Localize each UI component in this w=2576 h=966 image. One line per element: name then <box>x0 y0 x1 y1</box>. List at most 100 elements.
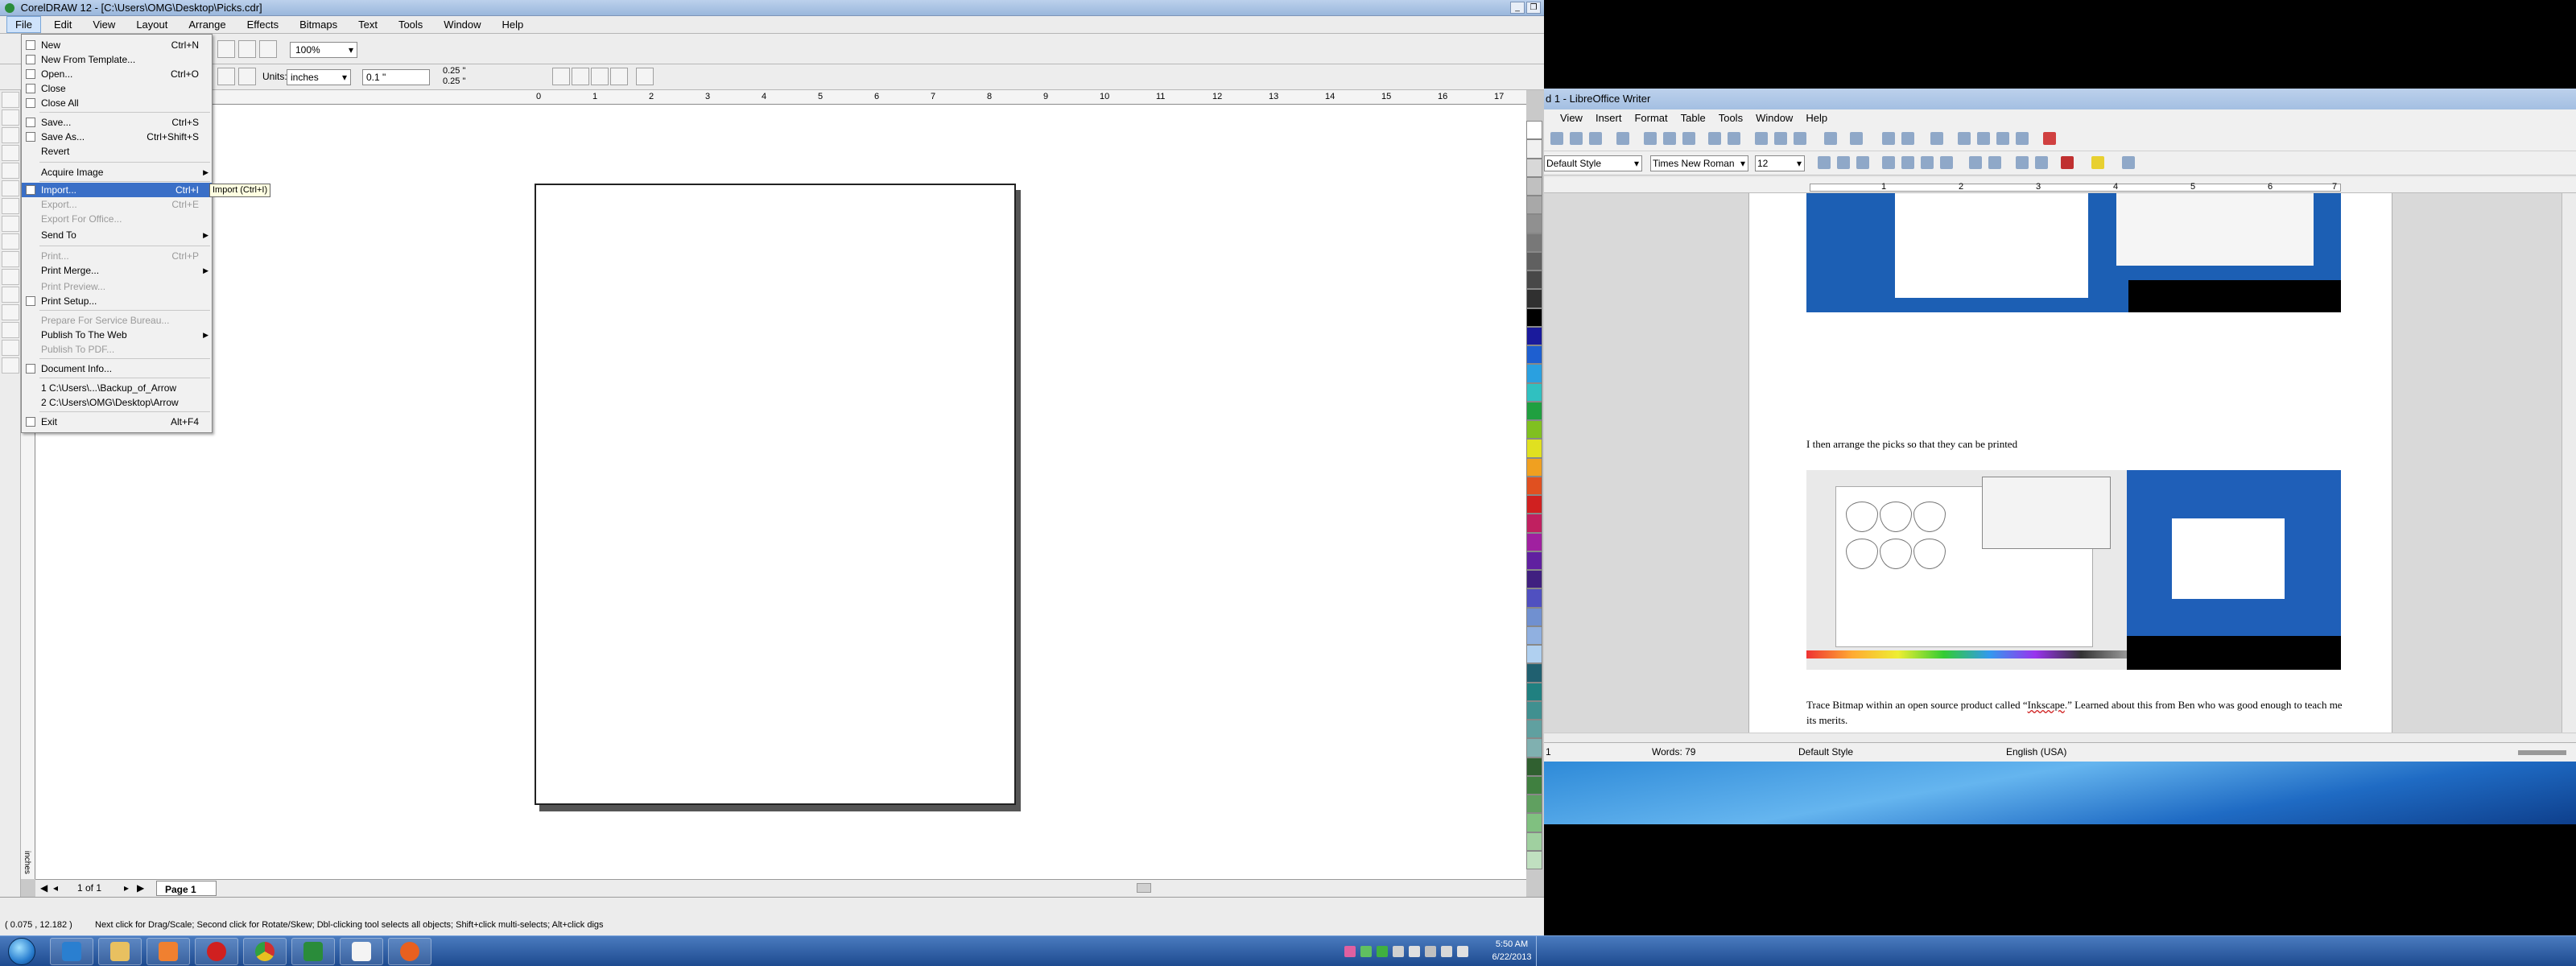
justify-icon[interactable] <box>1940 156 1953 169</box>
palette-swatch[interactable] <box>1526 570 1542 589</box>
pick-tool-icon[interactable] <box>2 92 19 108</box>
palette-swatch[interactable] <box>1526 214 1542 233</box>
print-icon[interactable] <box>1663 132 1676 145</box>
interactive-fill-tool-icon[interactable] <box>2 357 19 374</box>
palette-swatch[interactable] <box>1526 457 1542 477</box>
menu-text[interactable]: Text <box>350 17 386 32</box>
palette-swatch[interactable] <box>1526 607 1542 626</box>
wireframe-icon[interactable] <box>636 68 654 85</box>
drawing-page[interactable] <box>535 184 1016 805</box>
polygon-tool-icon[interactable] <box>2 233 19 250</box>
interactive-blend-tool-icon[interactable] <box>2 287 19 303</box>
palette-swatch[interactable] <box>1526 439 1542 458</box>
ellipse-tool-icon[interactable] <box>2 216 19 232</box>
outline-tool-icon[interactable] <box>2 322 19 338</box>
open-icon[interactable] <box>1550 132 1563 145</box>
text-tool-icon[interactable] <box>2 269 19 285</box>
palette-swatch[interactable] <box>1526 121 1542 140</box>
menu-item-save[interactable]: Save... Ctrl+S <box>22 115 212 130</box>
font-size-combo[interactable]: 12 <box>1755 155 1805 171</box>
network-icon[interactable] <box>1441 946 1452 957</box>
zoom-combo[interactable]: 100% <box>290 42 357 58</box>
palette-swatch[interactable] <box>1526 625 1542 645</box>
volume-icon[interactable] <box>1457 946 1468 957</box>
taskbar-firefox[interactable] <box>388 938 431 965</box>
writer-ruler-strip[interactable]: 1 2 3 4 5 6 7 <box>1810 182 2341 192</box>
bold-icon[interactable] <box>1818 156 1831 169</box>
highlighting-icon[interactable] <box>2091 156 2104 169</box>
doc-paragraph-1[interactable]: I then arrange the picks so that they ca… <box>1806 436 2344 452</box>
palette-swatch[interactable] <box>1526 551 1542 570</box>
print-preview-icon[interactable] <box>1682 132 1695 145</box>
menu-tools[interactable]: Tools <box>390 17 431 32</box>
menu-item-new-from-template[interactable]: New From Template... <box>22 52 212 67</box>
zoom-slider[interactable] <box>2518 750 2566 755</box>
palette-swatch[interactable] <box>1526 720 1542 739</box>
italic-icon[interactable] <box>1837 156 1850 169</box>
duplicate-y[interactable]: 0.25 " <box>443 76 523 87</box>
palette-swatch[interactable] <box>1526 196 1542 215</box>
options-icon[interactable] <box>610 68 628 85</box>
menu-item-exit[interactable]: Exit Alt+F4 <box>22 415 212 429</box>
align-icon[interactable] <box>572 68 589 85</box>
units-combo[interactable]: inches <box>287 69 351 85</box>
palette-swatch[interactable] <box>1526 850 1542 869</box>
show-desktop-button[interactable] <box>1536 936 1544 966</box>
status-page-style[interactable]: Default Style <box>1798 743 1853 761</box>
tray-app-icon[interactable] <box>1393 946 1404 957</box>
background-color-icon[interactable] <box>2122 156 2135 169</box>
palette-swatch[interactable] <box>1526 382 1542 402</box>
menu-layout[interactable]: Layout <box>128 17 175 32</box>
prev-page-icon[interactable]: ◂ <box>53 880 58 896</box>
page-tab[interactable]: Page 1 <box>156 881 217 896</box>
menu-bitmaps[interactable]: Bitmaps <box>291 17 345 32</box>
palette-swatch[interactable] <box>1526 813 1542 832</box>
restore-icon[interactable]: ❐ <box>1526 2 1541 14</box>
writer-menu-format[interactable]: Format <box>1628 112 1674 124</box>
palette-swatch[interactable] <box>1526 401 1542 420</box>
palette-swatch[interactable] <box>1526 176 1542 196</box>
taskbar-clock[interactable]: 5:50 AM 6/22/2013 <box>1481 938 1542 964</box>
underline-icon[interactable] <box>1856 156 1869 169</box>
numbering-icon[interactable] <box>1969 156 1982 169</box>
palette-swatch[interactable] <box>1526 270 1542 290</box>
align-right-icon[interactable] <box>1921 156 1934 169</box>
color-palette[interactable] <box>1526 121 1542 869</box>
palette-swatch[interactable] <box>1526 495 1542 514</box>
menu-item-print-setup[interactable]: Print Setup... <box>22 294 212 308</box>
duplicate-distance-field[interactable]: 0.25 " 0.25 " <box>443 66 523 89</box>
menu-view[interactable]: View <box>85 17 123 32</box>
power-icon[interactable] <box>1425 946 1436 957</box>
palette-swatch[interactable] <box>1526 663 1542 683</box>
export-pdf-icon[interactable] <box>1644 132 1657 145</box>
align-center-icon[interactable] <box>1901 156 1914 169</box>
taskbar-explorer[interactable] <box>98 938 142 965</box>
status-language[interactable]: English (USA) <box>2006 743 2066 761</box>
tray-app-icon[interactable] <box>1360 946 1372 957</box>
table-icon[interactable] <box>1901 132 1914 145</box>
basic-shapes-tool-icon[interactable] <box>2 251 19 267</box>
palette-swatch[interactable] <box>1526 795 1542 814</box>
palette-swatch[interactable] <box>1526 345 1542 365</box>
paste-icon[interactable] <box>1794 132 1806 145</box>
menu-item-save-as[interactable]: Save As... Ctrl+Shift+S <box>22 130 212 144</box>
taskbar-writer[interactable] <box>340 938 383 965</box>
palette-swatch[interactable] <box>1526 364 1542 383</box>
menu-item-document-info[interactable]: Document Info... <box>22 361 212 376</box>
writer-menu-view[interactable]: View <box>1554 112 1589 124</box>
find-replace-icon[interactable] <box>1958 132 1971 145</box>
menu-item-send-to[interactable]: Send To ▶ <box>22 228 212 242</box>
rectangle-tool-icon[interactable] <box>2 198 19 214</box>
palette-swatch[interactable] <box>1526 832 1542 851</box>
redo-icon[interactable] <box>1850 132 1863 145</box>
menu-item-open[interactable]: Open... Ctrl+O <box>22 67 212 81</box>
palette-swatch[interactable] <box>1526 326 1542 345</box>
email-icon[interactable] <box>1589 132 1602 145</box>
palette-swatch[interactable] <box>1526 514 1542 533</box>
doc-paragraph-2[interactable]: Trace Bitmap within an open source produ… <box>1806 697 2344 728</box>
snap-icon[interactable] <box>552 68 570 85</box>
palette-swatch[interactable] <box>1526 420 1542 440</box>
menu-window[interactable]: Window <box>436 17 489 32</box>
minimize-icon[interactable]: _ <box>1510 2 1525 14</box>
scroll-thumb[interactable] <box>1137 883 1151 893</box>
